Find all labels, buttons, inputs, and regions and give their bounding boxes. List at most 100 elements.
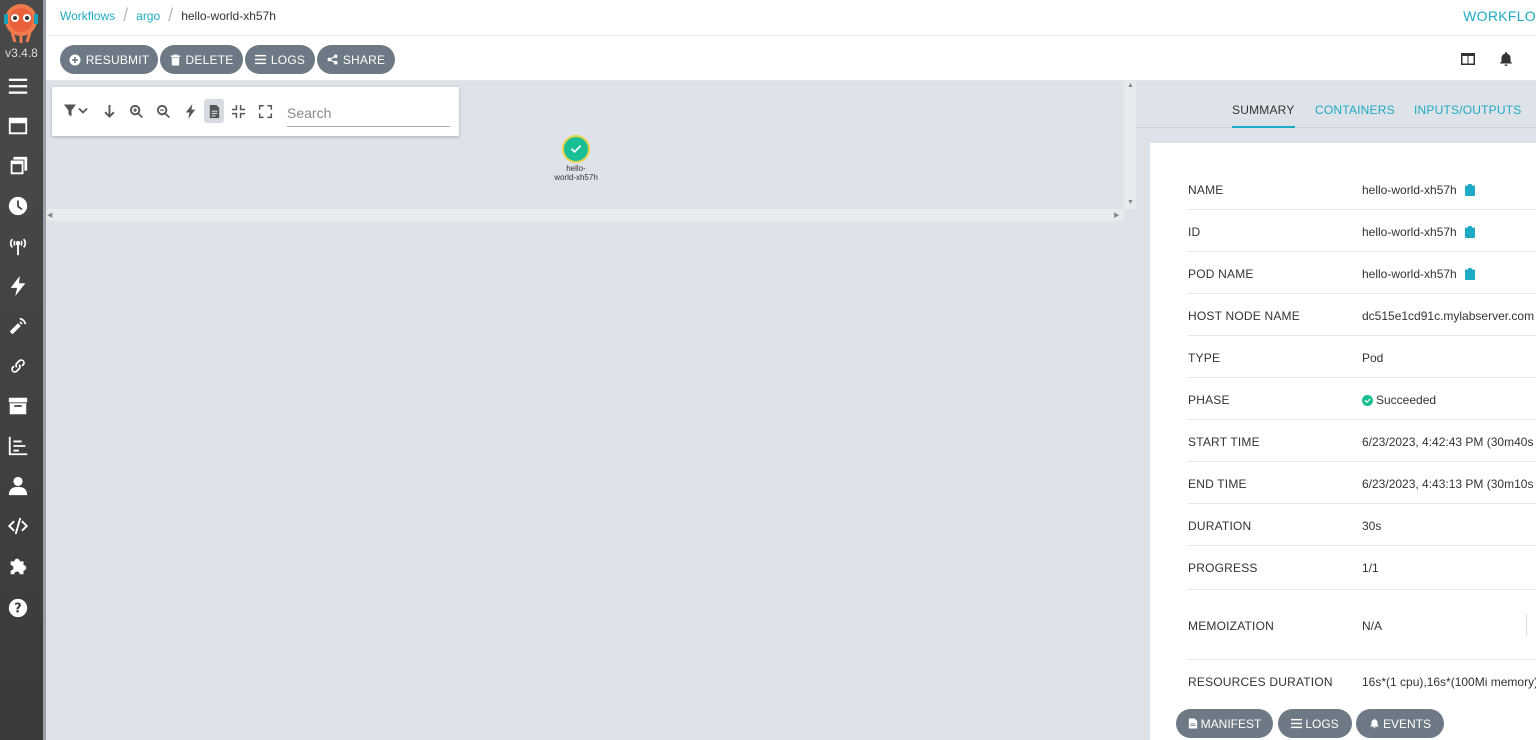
share-label: SHARE [342, 52, 386, 67]
breadcrumb-workflows[interactable]: Workflows [60, 9, 115, 23]
share-button[interactable]: SHARE [317, 45, 395, 74]
node-label: hello- world-xh57h [546, 164, 606, 182]
top-bar: Workflows / argo / hello-world-xh57h WOR… [46, 0, 1536, 36]
horizontal-scrollbar[interactable]: ◀ ▶ [46, 209, 1124, 221]
sensors-nav-icon[interactable] [6, 274, 30, 298]
delete-label: DELETE [185, 52, 234, 67]
delete-button[interactable]: DELETE [160, 45, 243, 74]
breadcrumb-current: hello-world-xh57h [181, 9, 276, 23]
row-value: 16s*(1 cpu),16s*(100Mi memory) i [1362, 675, 1536, 689]
breadcrumb-namespace[interactable]: argo [136, 9, 160, 23]
zoom-out-icon[interactable] [153, 101, 173, 121]
reports-nav-icon[interactable] [6, 434, 30, 458]
svg-text:?: ? [14, 602, 21, 617]
summary-row-phase: PHASE Succeeded [1188, 378, 1536, 420]
link-nav-icon[interactable] [6, 354, 30, 378]
divider [1526, 614, 1527, 636]
workflow-templates-nav-icon[interactable] [6, 154, 30, 178]
details-tabs: SUMMARY CONTAINERS INPUTS/OUTPUTS [1136, 81, 1536, 128]
workflow-toolbar: RESUBMIT DELETE LOGS SHARE [46, 37, 1536, 81]
version-label: v3.4.8 [5, 46, 38, 60]
row-value: hello-world-xh57h [1362, 267, 1475, 281]
split-view-icon[interactable] [1460, 51, 1476, 67]
events-button[interactable]: EVENTS [1356, 709, 1444, 738]
page-title: WORKFLO [1463, 8, 1536, 24]
graph-toolbar [52, 87, 459, 136]
help-nav-icon[interactable]: ? [6, 596, 30, 620]
trash-icon [170, 54, 181, 66]
row-key: ID [1188, 225, 1201, 239]
breadcrumb-separator: / [168, 5, 174, 25]
manifest-label: MANIFEST [1200, 716, 1262, 731]
workflows-nav-icon[interactable] [6, 114, 30, 138]
list-icon [254, 54, 266, 65]
arrow-down-icon[interactable] [99, 101, 119, 121]
node-details-panel: SUMMARY CONTAINERS INPUTS/OUTPUTS NAME h… [1136, 81, 1536, 740]
row-key: END TIME [1188, 477, 1247, 491]
fullscreen-icon[interactable] [255, 101, 275, 121]
argo-logo[interactable] [2, 2, 40, 44]
filter-dropdown-icon[interactable] [62, 101, 90, 121]
summary-row-start-time: START TIME 6/23/2023, 4:42:43 PM (30m40s… [1188, 420, 1536, 462]
row-value: hello-world-xh57h [1362, 225, 1475, 239]
summary-row-progress: PROGRESS 1/1 [1188, 546, 1536, 590]
workflow-node-succeeded[interactable] [562, 135, 590, 163]
graph-search-input[interactable] [287, 99, 450, 127]
tab-inputs-outputs[interactable]: INPUTS/OUTPUTS [1414, 103, 1521, 117]
summary-row-id: ID hello-world-xh57h [1188, 210, 1536, 252]
list-icon [1291, 718, 1303, 729]
row-key: DURATION [1188, 519, 1252, 533]
breadcrumb: Workflows / argo / hello-world-xh57h [60, 5, 276, 25]
node-label-line2: world-xh57h [554, 173, 598, 182]
file-icon [1188, 718, 1198, 729]
summary-row-resources-duration: RESOURCES DURATION 16s*(1 cpu),16s*(100M… [1188, 660, 1536, 702]
resubmit-label: RESUBMIT [85, 52, 150, 67]
summary-row-host-node-name: HOST NODE NAME dc515e1cd91c.mylabserver.… [1188, 294, 1536, 336]
logs-label: LOGS [270, 52, 306, 67]
logs-button[interactable]: LOGS [245, 45, 315, 74]
plus-circle-icon [69, 54, 81, 66]
row-value: Succeeded [1362, 393, 1436, 407]
api-docs-nav-icon[interactable] [6, 514, 30, 538]
row-key: NAME [1188, 183, 1224, 197]
row-value: 30s [1362, 519, 1382, 533]
row-value: 1/1 [1362, 561, 1379, 575]
archive-nav-icon[interactable] [6, 394, 30, 418]
events-label: EVENTS [1382, 716, 1431, 731]
clipboard-icon[interactable] [1464, 226, 1475, 238]
row-key: POD NAME [1188, 267, 1254, 281]
row-value: 6/23/2023, 4:43:13 PM (30m10s ago) [1362, 477, 1536, 491]
event-sources-nav-icon[interactable] [6, 234, 30, 258]
row-value: 6/23/2023, 4:42:43 PM (30m40s ago) [1362, 435, 1536, 449]
clipboard-icon[interactable] [1464, 184, 1475, 196]
node-logs-label: LOGS [1305, 716, 1339, 731]
menu-icon[interactable] [6, 74, 30, 98]
event-flow-nav-icon[interactable] [6, 314, 30, 338]
row-key: RESOURCES DURATION [1188, 675, 1333, 689]
row-value: dc515e1cd91c.mylabserver.com [1362, 309, 1535, 323]
tab-summary[interactable]: SUMMARY [1232, 103, 1295, 128]
tab-containers[interactable]: CONTAINERS [1315, 103, 1395, 117]
row-key: TYPE [1188, 351, 1221, 365]
lightning-icon[interactable] [180, 101, 200, 121]
cron-workflows-nav-icon[interactable] [6, 194, 30, 218]
row-value: N/A [1362, 619, 1383, 633]
notifications-bell-icon[interactable] [1498, 51, 1514, 67]
vertical-scrollbar[interactable]: ▲ ▼ [1124, 81, 1136, 209]
bell-icon [1369, 718, 1380, 729]
graph-canvas[interactable]: hello- world-xh57h [46, 81, 1124, 209]
summary-card: NAME hello-world-xh57h ID hello-world-xh… [1150, 143, 1536, 740]
zoom-in-icon[interactable] [126, 101, 146, 121]
row-key: HOST NODE NAME [1188, 309, 1300, 323]
clipboard-icon[interactable] [1464, 268, 1475, 280]
collapse-icon[interactable] [228, 101, 248, 121]
plugins-nav-icon[interactable] [6, 554, 30, 578]
user-nav-icon[interactable] [6, 474, 30, 498]
summary-row-pod-name: POD NAME hello-world-xh57h [1188, 252, 1536, 294]
node-logs-button[interactable]: LOGS [1278, 709, 1352, 738]
document-icon[interactable] [204, 99, 224, 123]
row-key: START TIME [1188, 435, 1260, 449]
check-icon [570, 145, 582, 154]
resubmit-button[interactable]: RESUBMIT [60, 45, 158, 74]
manifest-button[interactable]: MANIFEST [1176, 709, 1273, 738]
